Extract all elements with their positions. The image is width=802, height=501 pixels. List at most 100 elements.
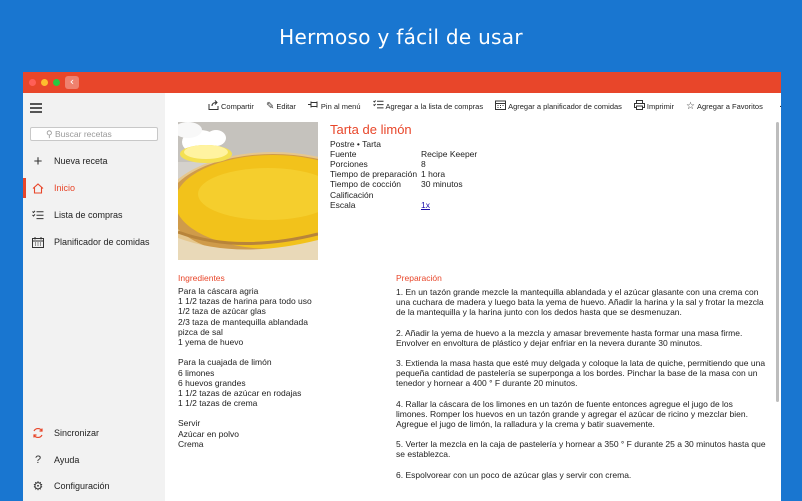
sidebar-item-label: Planificador de comidas [54, 237, 150, 247]
instruction-step: 5. Verter la mezcla en la caja de pastel… [396, 439, 766, 460]
printer-icon [633, 99, 645, 113]
sidebar-item-label: Sincronizar [54, 428, 100, 438]
ingredient-item: Crema [178, 438, 204, 449]
pencil-icon: ✎ [265, 100, 275, 112]
prep-time-value: 1 hora [421, 169, 446, 179]
share-label: Compartir [221, 101, 254, 111]
scale-label: Escala [330, 200, 356, 210]
checklist-icon [372, 100, 384, 112]
ingredient-item: 6 limones [178, 367, 215, 378]
ingredients-heading: Ingredientes [178, 273, 225, 283]
scale-link[interactable]: 1x [421, 200, 430, 210]
rating-label: Calificación [330, 190, 374, 200]
instruction-step: 4. Rallar la cáscara de los limones en u… [396, 398, 748, 430]
print-label: Imprimir [646, 101, 674, 111]
ingredient-item: 6 huevos grandes [178, 377, 246, 388]
add-to-shopping-list-button[interactable]: Agregar a la lista de compras [372, 100, 484, 112]
banner-title: Hermoso y fácil de usar [279, 25, 523, 49]
sidebar-item-label: Ayuda [54, 455, 80, 465]
source-label: Fuente [330, 149, 357, 159]
instructions-list: 1. En un tazón grande mezcle la mantequi… [396, 287, 766, 490]
add-planner-label: Agregar a planificador de comidas [508, 101, 622, 111]
instructions-heading: Preparación [396, 273, 442, 283]
sidebar-item-label: Lista de compras [54, 210, 123, 220]
sidebar-item-label: Nueva receta [54, 156, 108, 166]
instruction-step: 6. Espolvorear con un poco de azúcar gla… [396, 469, 632, 480]
sidebar-item-label: Configuración [54, 481, 110, 491]
gear-icon: ⚙ [32, 479, 44, 493]
scrollbar-thumb[interactable] [776, 122, 779, 402]
ingredient-item: Para la cuajada de limón [178, 357, 272, 368]
recipe-toolbar: Compartir ✎ Editar Pin al menú Agregar a … [165, 93, 781, 119]
cook-time-value: 30 minutos [421, 179, 463, 189]
sidebar-item-home[interactable]: Inicio [23, 176, 165, 200]
ingredient-item: 1/2 taza de azúcar glas [178, 306, 266, 317]
promo-banner: Hermoso y fácil de usar [0, 0, 802, 74]
add-to-meal-planner-button[interactable]: Agregar a planificador de comidas [495, 100, 622, 113]
ingredient-item: Azúcar en polvo [178, 428, 239, 439]
cook-time-label: Tiempo de cocción [330, 179, 402, 189]
minimize-window-button[interactable] [41, 79, 48, 86]
search-placeholder: Buscar recetas [55, 129, 112, 139]
pin-menu-button[interactable]: Pin al menú [307, 100, 361, 112]
ingredient-item [178, 408, 312, 418]
close-window-button[interactable] [29, 79, 36, 86]
servings-label: Porciones [330, 159, 368, 169]
more-options-button[interactable]: ··· [779, 101, 781, 112]
recipe-photo [178, 122, 318, 260]
home-icon [29, 182, 47, 194]
sidebar: ⚲ Buscar recetas + Nueva receta Inicio L… [23, 93, 165, 501]
ingredient-item: Para la cáscara agria [178, 286, 259, 296]
ingredient-item: 1 yema de huevo [178, 336, 244, 347]
prep-time-label: Tiempo de preparación [330, 169, 418, 179]
calendar-icon [495, 100, 507, 113]
add-to-favorites-button[interactable]: ☆ Agregar a Favoritos [686, 101, 763, 112]
add-list-label: Agregar a la lista de compras [385, 101, 484, 111]
edit-label: Editar [276, 101, 296, 111]
ingredient-item: Servir [178, 418, 201, 429]
favorites-label: Agregar a Favoritos [696, 101, 763, 111]
ingredient-item: 1 1/2 tazas de azúcar en rodajas [178, 387, 302, 398]
app-window: ‹ ⚲ Buscar recetas + Nueva receta Inicio… [23, 72, 781, 501]
ingredients-list: Para la cáscara agria 1 1/2 tazas de hari… [178, 286, 312, 449]
calendar-icon [29, 236, 47, 248]
search-input[interactable]: ⚲ Buscar recetas [30, 127, 158, 141]
sidebar-item-sync[interactable]: Sincronizar [23, 421, 165, 445]
ingredient-item: 2/3 taza de mantequilla ablandada [178, 316, 308, 327]
hamburger-menu-icon[interactable] [30, 103, 42, 113]
checklist-icon [29, 210, 47, 220]
pin-label: Pin al menú [320, 101, 361, 111]
sidebar-item-shopping-list[interactable]: Lista de compras [23, 203, 165, 227]
edit-button[interactable]: ✎ Editar [266, 101, 296, 112]
recipe-category: Postre • Tarta [330, 139, 382, 149]
recipe-detail: Tarta de limón Postre • Tarta Fuente Rec… [165, 119, 781, 501]
pin-icon [307, 100, 319, 112]
source-value: Recipe Keeper [421, 149, 478, 159]
sync-icon [29, 427, 47, 439]
ingredient-item: 1 1/2 tazas de harina para todo uso [178, 296, 312, 307]
share-icon [208, 99, 219, 113]
plus-icon: + [33, 152, 43, 170]
print-button[interactable]: Imprimir [633, 99, 674, 113]
sidebar-item-new-recipe[interactable]: + Nueva receta [23, 149, 165, 173]
sidebar-item-label: Inicio [54, 183, 76, 193]
search-icon: ⚲ [46, 129, 53, 139]
title-bar: ‹ [23, 72, 781, 93]
instruction-step: 2. Añadir la yema de huevo a la mezcla y… [396, 327, 743, 348]
back-button[interactable]: ‹ [65, 76, 79, 89]
sidebar-item-settings[interactable]: ⚙ Configuración [23, 474, 165, 498]
instruction-step: 1. En un tazón grande mezcle la mantequi… [396, 287, 764, 318]
chevron-left-icon: ‹ [69, 75, 75, 88]
ingredient-item: 1 1/2 tazas de crema [178, 398, 258, 409]
recipe-title: Tarta de limón [330, 122, 412, 137]
instruction-step: 3. Extienda la masa hasta que esté muy d… [396, 358, 766, 389]
ingredient-item: pizca de sal [178, 326, 223, 337]
sidebar-item-meal-planner[interactable]: Planificador de comidas [23, 230, 165, 254]
star-icon: ☆ [686, 100, 695, 112]
share-button[interactable]: Compartir [208, 99, 254, 113]
question-icon: ? [34, 454, 42, 466]
servings-value: 8 [421, 159, 426, 169]
sidebar-item-help[interactable]: ? Ayuda [23, 448, 165, 472]
ingredient-item [178, 347, 312, 357]
zoom-window-button[interactable] [53, 79, 60, 86]
